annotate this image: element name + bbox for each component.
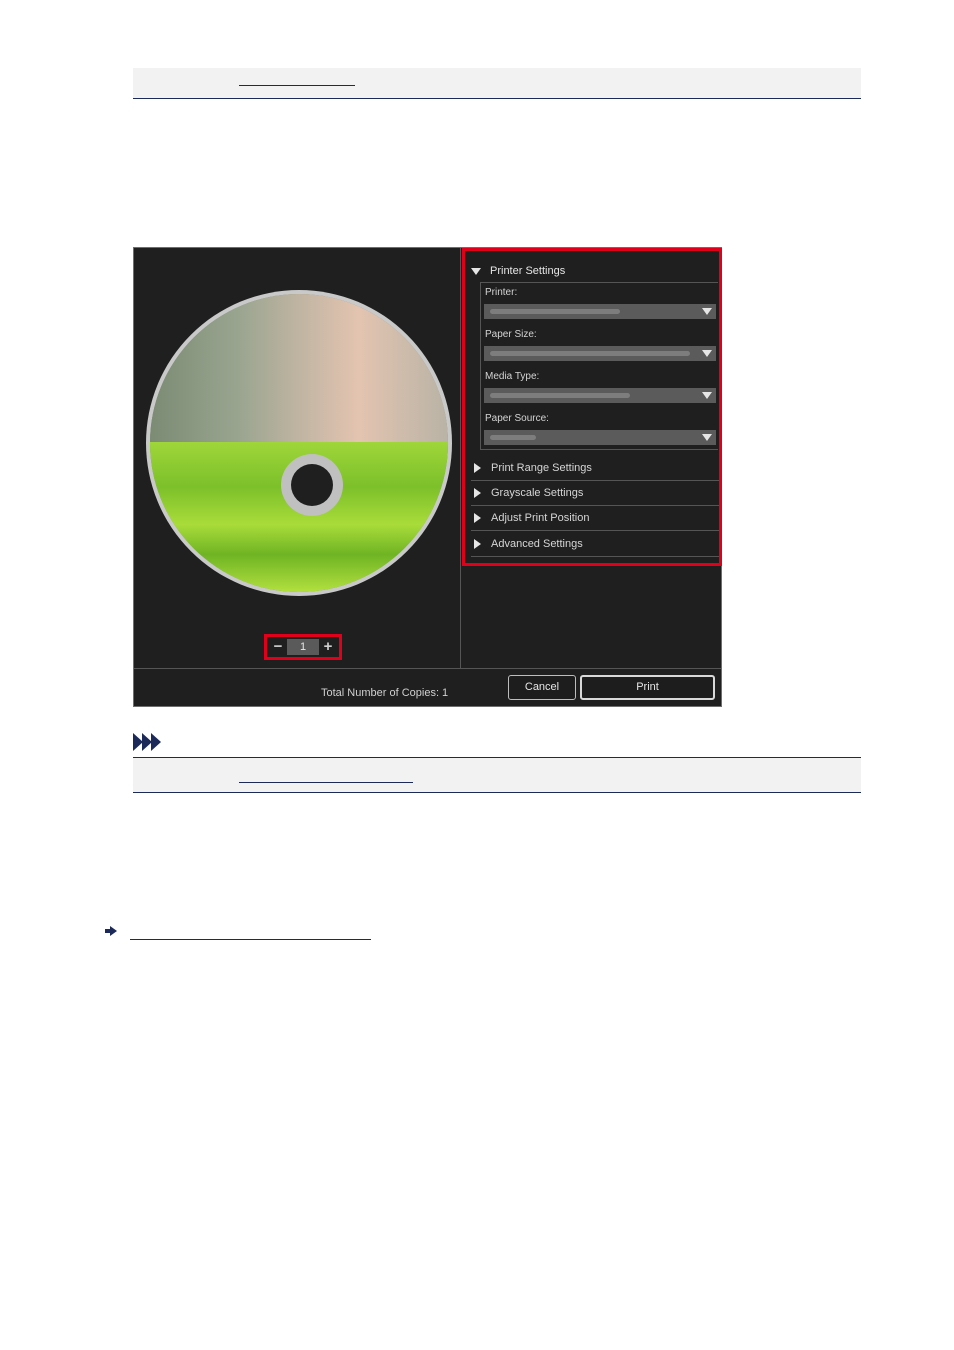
chevron-down-icon [702, 308, 712, 315]
chevron-down-icon [702, 434, 712, 441]
copies-value[interactable]: 1 [287, 639, 319, 655]
section-label: Adjust Print Position [491, 512, 590, 524]
section-advanced[interactable]: Advanced Settings [471, 532, 719, 557]
section-label: Grayscale Settings [491, 487, 584, 499]
triangle-right-icon [474, 539, 481, 549]
decrement-button[interactable]: − [271, 638, 285, 656]
media-type-select[interactable] [484, 388, 716, 403]
paper-source-label: Paper Source: [485, 413, 549, 424]
triangle-right-icon [474, 513, 481, 523]
settings-pane: Printer Settings Printer: Paper Size: Me… [462, 248, 722, 566]
triangle-down-icon [471, 267, 481, 275]
note-link[interactable] [239, 782, 413, 783]
cancel-button[interactable]: Cancel [508, 675, 576, 700]
section-grayscale[interactable]: Grayscale Settings [471, 481, 719, 506]
note-box [133, 757, 861, 793]
media-type-label: Media Type: [485, 371, 540, 382]
printer-select[interactable] [484, 304, 716, 319]
print-settings-dialog: − 1 + Printer Settings Printer: Paper Si… [133, 247, 722, 707]
paper-size-select[interactable] [484, 346, 716, 361]
total-copies-text: Total Number of Copies: 1 [321, 687, 449, 699]
printer-label: Printer: [485, 287, 518, 298]
top-note-bar [133, 68, 861, 99]
related-link-underline[interactable] [130, 939, 371, 940]
top-note-link[interactable] [239, 85, 355, 86]
arrow-right-icon [105, 926, 117, 936]
related-link[interactable] [105, 926, 117, 936]
print-button[interactable]: Print [580, 675, 715, 700]
dialog-footer: Total Number of Copies: 1 Cancel Print [134, 668, 721, 706]
printer-settings-panel: Printer: Paper Size: Media Type: Paper S… [480, 282, 718, 450]
disc-hole [291, 464, 333, 506]
printer-settings-header[interactable]: Printer Settings [471, 265, 565, 277]
disc-label-preview [146, 290, 452, 596]
triangle-right-icon [474, 488, 481, 498]
paper-source-select[interactable] [484, 430, 716, 445]
section-label: Advanced Settings [491, 538, 583, 550]
section-print-range[interactable]: Print Range Settings [471, 456, 719, 481]
paper-size-label: Paper Size: [485, 329, 537, 340]
chevron-down-icon [702, 392, 712, 399]
section-label: Print Range Settings [491, 462, 592, 474]
preview-pane: − 1 + [134, 248, 461, 668]
note-chevron-icon [133, 733, 161, 751]
printer-settings-label: Printer Settings [490, 265, 566, 277]
chevron-down-icon [702, 350, 712, 357]
increment-button[interactable]: + [321, 638, 335, 656]
copies-stepper[interactable]: − 1 + [264, 634, 342, 660]
baby-photo [150, 294, 448, 442]
section-adjust-position[interactable]: Adjust Print Position [471, 506, 719, 531]
triangle-right-icon [474, 463, 481, 473]
